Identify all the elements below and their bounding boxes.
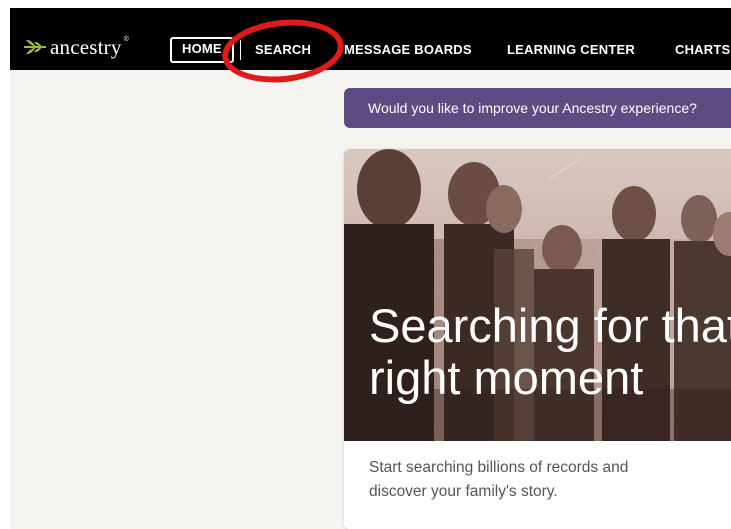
nav-message-boards[interactable]: MESSAGE BOARDS [344, 39, 472, 61]
nav-charts[interactable]: CHARTS [675, 39, 730, 61]
trademark-symbol: ® [123, 36, 129, 43]
page-background: ancestry ® HOME SEARCH MESSAGE BOARDS LE… [10, 8, 731, 529]
headline-line-1: Searching for that [369, 299, 731, 352]
headline-line-2: right moment [369, 351, 644, 404]
description-line-2: discover your family's story. [369, 483, 558, 500]
ancestry-logo[interactable]: ancestry ® [22, 34, 129, 60]
top-navigation-bar: ancestry ® HOME SEARCH MESSAGE BOARDS LE… [10, 8, 731, 70]
nav-learning-center[interactable]: LEARNING CENTER [507, 39, 635, 61]
search-hero-card[interactable]: Searching for that right moment Start se… [344, 149, 731, 529]
promo-banner[interactable]: Would you like to improve your Ancestry … [344, 88, 731, 128]
logo-wordmark: ancestry [50, 34, 122, 59]
description-line-1: Start searching billions of records and [369, 459, 629, 476]
card-headline: Searching for that right moment [369, 300, 731, 404]
leaf-logo-icon [24, 39, 46, 55]
card-description: Start searching billions of records and … [369, 456, 729, 504]
